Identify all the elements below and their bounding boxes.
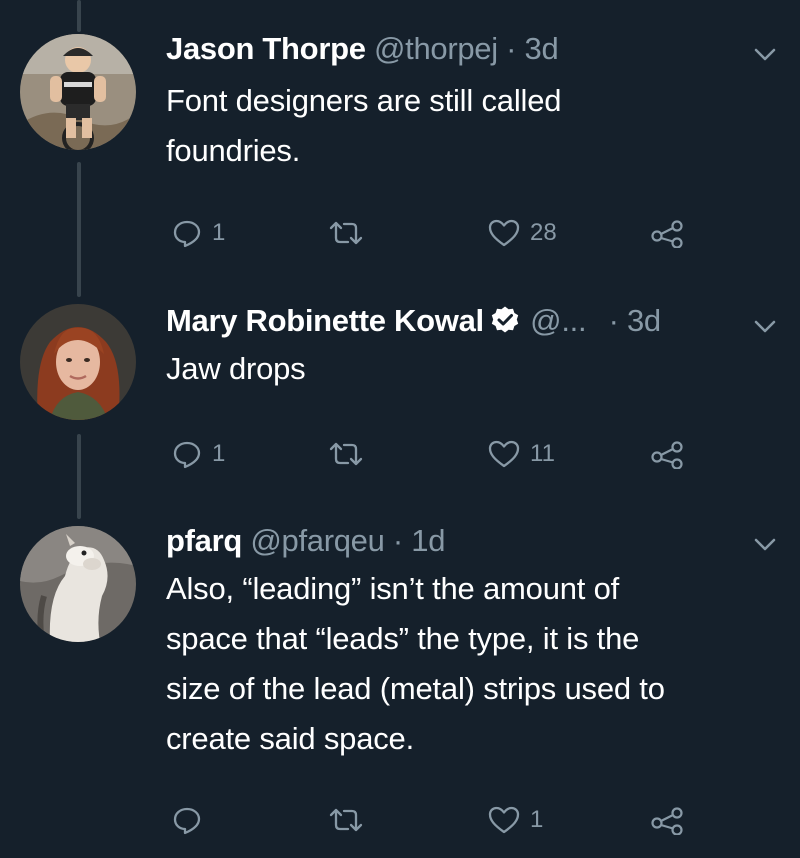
like-count: 1 — [530, 806, 544, 833]
tweet-actions: 1 11 — [166, 434, 726, 474]
share-nodes-icon — [650, 439, 686, 469]
heart-icon — [488, 805, 520, 835]
heart-icon — [488, 218, 520, 248]
user-handle[interactable]: @... — [530, 303, 586, 338]
tweet-1[interactable]: Jason Thorpe @thorpej · 3d Font designer… — [0, 31, 800, 264]
avatar-portrait-image — [20, 304, 136, 420]
tweet-text-line: Font designers are still called — [166, 83, 562, 118]
separator-dot: · — [506, 31, 517, 66]
like-button[interactable]: 1 — [488, 800, 543, 840]
avatar-pfarq[interactable] — [20, 526, 136, 642]
user-handle[interactable]: @thorpej — [374, 31, 498, 66]
avatar-cyclist-image — [20, 34, 136, 150]
retweet-arrows-icon — [328, 805, 364, 835]
tweet-text: Font designers are still called foundrie… — [166, 76, 786, 176]
tweet-text-line: Jaw drops — [166, 351, 306, 386]
display-name[interactable]: Mary Robinette Kowal — [166, 303, 484, 338]
verified-badge-icon — [490, 305, 520, 344]
chevron-down-icon[interactable] — [754, 320, 776, 339]
timestamp[interactable]: 3d — [627, 303, 661, 338]
share-nodes-icon — [650, 805, 686, 835]
timestamp[interactable]: 3d — [525, 31, 559, 66]
timestamp[interactable]: 1d — [411, 523, 445, 558]
separator-dot: · — [608, 303, 619, 338]
tweet-text-line: create said space. — [166, 721, 414, 756]
retweet-arrows-icon — [328, 218, 364, 248]
retweet-button[interactable] — [328, 434, 374, 474]
tweet-3-header: pfarq @pfarqeu · 1d — [166, 522, 445, 560]
avatar-alpaca-image — [20, 526, 136, 642]
share-button[interactable] — [650, 434, 686, 474]
share-nodes-icon — [650, 218, 686, 248]
share-button[interactable] — [650, 213, 686, 253]
share-button[interactable] — [650, 800, 686, 840]
tweet-text: Also, “leading” isn’t the amount of spac… — [166, 564, 786, 764]
display-name[interactable]: Jason Thorpe — [166, 31, 366, 66]
retweet-button[interactable] — [328, 213, 374, 253]
reply-count: 1 — [212, 440, 226, 467]
separator-dot: · — [392, 523, 403, 558]
speech-bubble-icon — [172, 805, 202, 835]
reply-button[interactable]: 1 — [172, 434, 225, 474]
user-handle[interactable]: @pfarqeu — [250, 523, 385, 558]
reply-button[interactable]: 1 — [172, 213, 225, 253]
tweet-actions: 1 — [166, 800, 726, 840]
speech-bubble-icon — [172, 439, 202, 469]
tweet-text-line: size of the lead (metal) strips used to — [166, 671, 665, 706]
reply-count: 1 — [212, 219, 226, 246]
like-count: 28 — [530, 219, 557, 246]
thread-line-top — [77, 0, 81, 32]
tweet-text-line: foundries. — [166, 133, 301, 168]
tweet-2[interactable]: Mary Robinette Kowal @... · 3d Jaw drops… — [0, 303, 800, 476]
avatar-jason-thorpe[interactable] — [20, 34, 136, 150]
tweet-2-header: Mary Robinette Kowal @... · 3d — [166, 302, 661, 344]
tweet-actions: 1 28 — [166, 213, 726, 253]
tweet-text-line: space that “leads” the type, it is the — [166, 621, 640, 656]
like-button[interactable]: 28 — [488, 213, 557, 253]
retweet-arrows-icon — [328, 439, 364, 469]
avatar-mary-robinette-kowal[interactable] — [20, 304, 136, 420]
speech-bubble-icon — [172, 218, 202, 248]
like-count: 11 — [530, 440, 555, 467]
tweet-text-line: Also, “leading” isn’t the amount of — [166, 571, 620, 606]
reply-button[interactable] — [172, 800, 212, 840]
tweet-text: Jaw drops — [166, 344, 786, 394]
chevron-down-icon[interactable] — [754, 538, 776, 557]
chevron-down-icon[interactable] — [754, 48, 776, 67]
display-name[interactable]: pfarq — [166, 523, 242, 558]
heart-icon — [488, 439, 520, 469]
like-button[interactable]: 11 — [488, 434, 555, 474]
tweet-3[interactable]: pfarq @pfarqeu · 1d Also, “leading” isn’… — [0, 523, 800, 858]
retweet-button[interactable] — [328, 800, 374, 840]
tweet-1-header: Jason Thorpe @thorpej · 3d — [166, 30, 559, 68]
